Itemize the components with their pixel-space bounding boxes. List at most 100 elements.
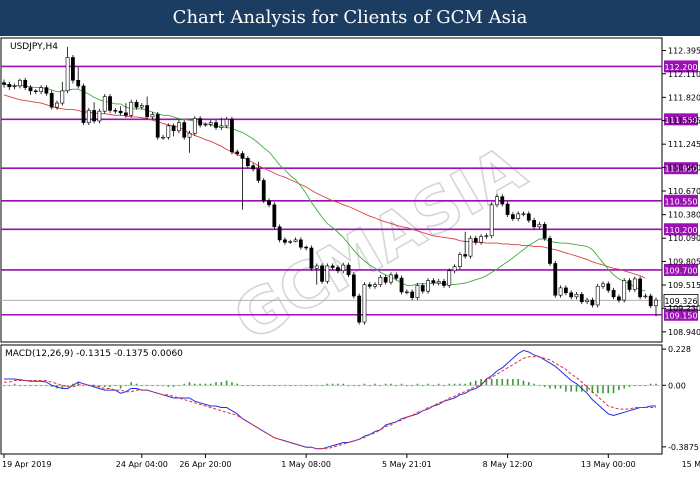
macd-hist-100 <box>533 383 535 386</box>
candle-body-115 <box>611 290 616 298</box>
macd-hist-71 <box>379 385 382 387</box>
candle-body-60 <box>320 265 324 282</box>
candle-body-10 <box>55 102 59 108</box>
macd-hist-83 <box>443 385 445 387</box>
macd-hist-1 <box>8 385 11 387</box>
macd-hist-70 <box>374 383 376 386</box>
macd-hist-110 <box>586 385 588 392</box>
candle-body-45 <box>240 153 245 159</box>
macd-hist-21 <box>114 385 117 387</box>
candle-body-109 <box>579 294 584 303</box>
candle-88 <box>468 235 473 259</box>
candle-102 <box>542 221 547 241</box>
macd-hist-54 <box>289 385 292 387</box>
candle-16 <box>86 107 91 126</box>
candle-body-95 <box>505 203 510 215</box>
candle-body-81 <box>431 280 436 284</box>
macd-hist-116 <box>618 385 620 391</box>
candle-body-99 <box>526 213 531 221</box>
candle-body-17 <box>92 110 97 122</box>
macd-hist-61 <box>326 383 329 386</box>
candle-120 <box>638 276 642 300</box>
macd-hist-108 <box>575 385 578 392</box>
macd-hist-47 <box>252 385 254 387</box>
macd-hist-45 <box>241 385 244 387</box>
macd-hist-29 <box>156 385 159 387</box>
candle-body-36 <box>192 118 197 134</box>
candle-20 <box>108 94 112 113</box>
candle-body-29 <box>155 114 160 138</box>
candle-103 <box>548 235 552 266</box>
candle-body-52 <box>277 226 282 241</box>
macd-hist-30 <box>162 385 164 387</box>
macd-hist-15 <box>82 385 85 387</box>
macd-hist-41 <box>220 382 223 386</box>
candle-body-35 <box>187 132 192 138</box>
macd-hist-98 <box>522 380 525 386</box>
candle-body-114 <box>606 283 611 291</box>
macd-hist-66 <box>353 385 355 387</box>
candle-112 <box>595 283 600 308</box>
candle-body-118 <box>627 280 632 290</box>
macd-hist-7 <box>40 385 42 387</box>
macd-hist-107 <box>570 385 572 392</box>
candle-122 <box>648 293 653 309</box>
candle-body-37 <box>198 118 203 126</box>
x-tick-label-1: 24 Apr 04:00 <box>116 460 168 469</box>
price-y-tick-2: 111.820 <box>668 93 700 102</box>
candle-body-77 <box>410 291 415 298</box>
price-y-tick-12: 108.940 <box>668 328 700 337</box>
candle-body-32 <box>171 125 176 132</box>
candle-body-41 <box>219 125 224 128</box>
candle-body-4 <box>23 79 28 88</box>
macd-hist-4 <box>24 385 27 387</box>
macd-y-tick-2: -0.3875 <box>668 443 699 452</box>
candle-body-47 <box>251 165 256 170</box>
chart-area[interactable]: GCMASIA 112.200111.550110.950110.550110.… <box>0 36 700 500</box>
macd-hist-50 <box>268 385 270 387</box>
macd-hist-42 <box>225 380 228 386</box>
candle-body-70 <box>373 284 377 287</box>
candle-body-55 <box>293 239 298 242</box>
candle-body-79 <box>420 285 425 292</box>
macd-hist-68 <box>363 383 366 386</box>
macd-hist-99 <box>527 382 530 386</box>
candle-75 <box>399 275 404 295</box>
macd-hist-19 <box>103 385 106 387</box>
candle-117 <box>622 278 627 303</box>
price-y-tick-4: 111.245 <box>668 140 700 149</box>
macd-hist-105 <box>559 385 562 389</box>
candle-body-7 <box>39 87 43 92</box>
macd-hist-36 <box>194 383 196 386</box>
candle-body-61 <box>325 265 330 282</box>
macd-hist-20 <box>109 385 111 387</box>
candle-body-80 <box>426 280 430 292</box>
macd-hist-23 <box>125 385 127 387</box>
candle-body-43 <box>230 119 234 153</box>
candle-body-105 <box>558 287 563 296</box>
candle-body-107 <box>569 292 574 298</box>
level-label-5: 109.700 <box>664 266 697 275</box>
candle-body-46 <box>245 158 250 167</box>
candle-body-111 <box>590 299 595 306</box>
macd-hist-97 <box>517 378 519 386</box>
macd-hist-112 <box>596 385 599 394</box>
candle-body-33 <box>177 122 181 132</box>
candle-49 <box>261 177 266 204</box>
macd-hist-26 <box>141 385 143 387</box>
candle-86 <box>457 252 462 270</box>
macd-hist-0 <box>3 385 5 387</box>
macd-hist-28 <box>151 385 154 387</box>
x-tick-label-7: 15 May 16:00 <box>682 460 700 469</box>
candle-body-15 <box>81 85 86 123</box>
candle-24 <box>129 99 134 118</box>
price-y-tick-7: 110.380 <box>668 211 700 220</box>
candle-119 <box>632 276 637 292</box>
macd-hist-51 <box>273 385 276 387</box>
candle-body-24 <box>129 101 134 116</box>
candle-67 <box>357 293 362 325</box>
candle-15 <box>81 83 86 126</box>
macd-hist-24 <box>130 382 133 386</box>
candle-body-90 <box>479 236 483 243</box>
candle-43 <box>230 116 234 155</box>
